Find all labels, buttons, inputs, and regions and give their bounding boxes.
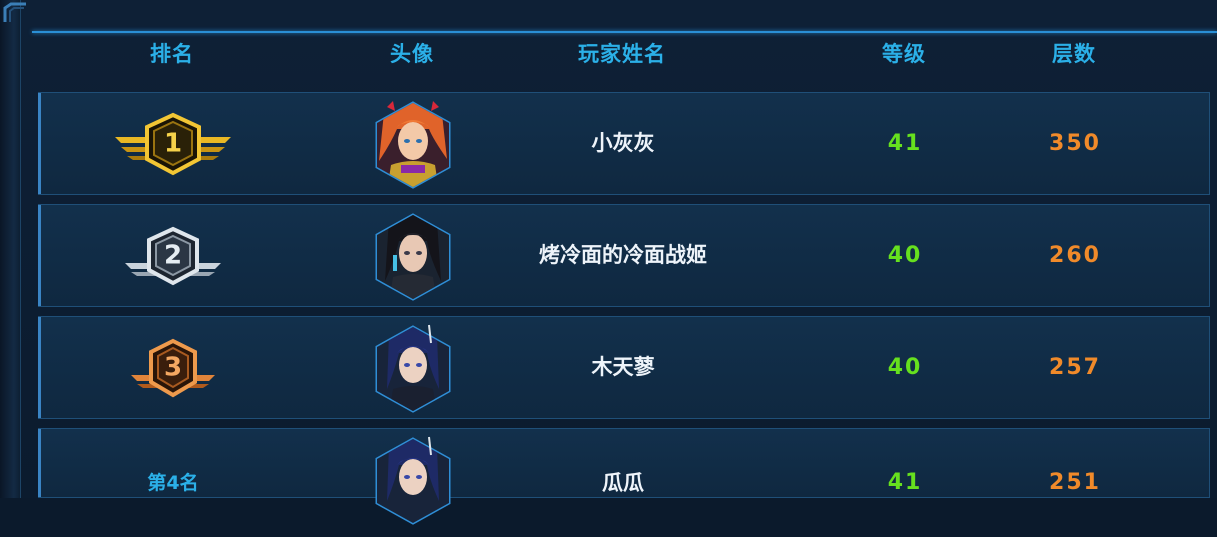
medal-rank-number: 3 — [163, 352, 183, 383]
table-row[interactable]: 2 烤冷面的冷面战姬 40 260 — [38, 204, 1210, 307]
player-floors: 257 — [1049, 355, 1101, 380]
player-level: 40 — [887, 243, 923, 268]
blue-hair-heroine-portrait-icon[interactable] — [367, 435, 459, 527]
orange-hair-heroine-portrait-icon[interactable] — [367, 99, 459, 191]
silver-rank-medal-icon: 2 — [113, 223, 233, 289]
player-name: 木天蓼 — [591, 355, 655, 379]
rank-label: 第4名 — [147, 472, 199, 494]
table-row[interactable]: 1 小灰灰 41 350 — [38, 92, 1210, 195]
black-hair-heroine-portrait-icon[interactable] — [367, 211, 459, 303]
header-player-name: 玩家姓名 — [578, 42, 666, 66]
panel-left-edge — [0, 0, 21, 498]
player-name: 烤冷面的冷面战姬 — [539, 243, 707, 267]
table-row[interactable]: 第4名 瓜瓜 41 251 — [38, 428, 1210, 525]
player-level: 40 — [887, 355, 923, 380]
player-level: 41 — [887, 131, 923, 156]
player-level: 41 — [887, 470, 923, 495]
player-name: 小灰灰 — [591, 131, 655, 155]
corner-bracket-icon — [3, 2, 26, 22]
header-avatar: 头像 — [390, 42, 434, 66]
player-floors: 251 — [1049, 470, 1101, 495]
medal-rank-number: 1 — [163, 128, 183, 159]
table-row[interactable]: 3 木天蓼 40 257 — [38, 316, 1210, 419]
header-rank: 排名 — [150, 42, 194, 66]
table-header: 排名 头像 玩家姓名 等级 层数 — [32, 34, 1217, 78]
player-name: 瓜瓜 — [602, 471, 644, 495]
header-divider — [32, 31, 1217, 33]
medal-rank-number: 2 — [163, 240, 183, 271]
player-floors: 260 — [1049, 243, 1101, 268]
gold-rank-medal-icon: 1 — [113, 111, 233, 177]
header-level: 等级 — [882, 42, 926, 66]
header-floors: 层数 — [1052, 42, 1096, 66]
blue-hair-heroine-portrait-icon[interactable] — [367, 323, 459, 415]
leaderboard-panel: 排名 头像 玩家姓名 等级 层数 1 小灰灰 41 350 2 烤冷面的冷面战姬… — [0, 0, 1217, 525]
player-floors: 350 — [1049, 131, 1101, 156]
bronze-rank-medal-icon: 3 — [113, 335, 233, 401]
